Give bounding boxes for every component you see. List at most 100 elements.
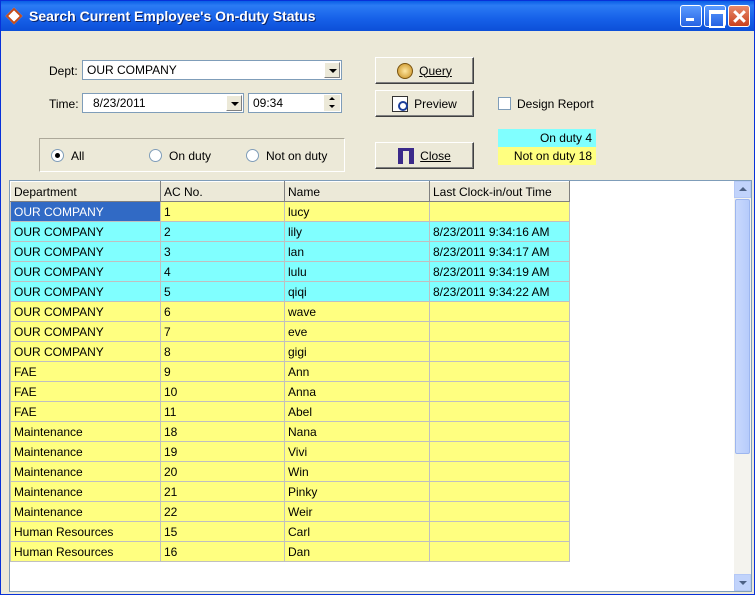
scroll-down-icon[interactable] <box>734 574 751 591</box>
cell-department[interactable]: Maintenance <box>10 481 161 502</box>
table-row[interactable]: OUR COMPANY 3 lan 8/23/2011 9:34:17 AM <box>10 241 570 262</box>
cell-department[interactable]: Maintenance <box>10 461 161 482</box>
cell-last-clock[interactable] <box>429 321 570 342</box>
cell-ac-no[interactable]: 4 <box>160 261 285 282</box>
cell-ac-no[interactable]: 3 <box>160 241 285 262</box>
cell-ac-no[interactable]: 15 <box>160 521 285 542</box>
cell-name[interactable]: Carl <box>284 521 430 542</box>
cell-ac-no[interactable]: 9 <box>160 361 285 382</box>
cell-department[interactable]: OUR COMPANY <box>10 261 161 282</box>
cell-name[interactable]: Weir <box>284 501 430 522</box>
cell-name[interactable]: Nana <box>284 421 430 442</box>
cell-last-clock[interactable] <box>429 341 570 362</box>
cell-ac-no[interactable]: 21 <box>160 481 285 502</box>
cell-name[interactable]: Abel <box>284 401 430 422</box>
scroll-up-icon[interactable] <box>734 181 751 198</box>
cell-ac-no[interactable]: 8 <box>160 341 285 362</box>
cell-last-clock[interactable]: 8/23/2011 9:34:16 AM <box>429 221 570 242</box>
maximize-button[interactable] <box>704 5 726 28</box>
cell-name[interactable]: lucy <box>284 201 430 222</box>
cell-ac-no[interactable]: 16 <box>160 541 285 562</box>
chevron-down-icon[interactable] <box>226 95 242 111</box>
cell-last-clock[interactable] <box>429 361 570 382</box>
cell-last-clock[interactable]: 8/23/2011 9:34:19 AM <box>429 261 570 282</box>
cell-name[interactable]: gigi <box>284 341 430 362</box>
cell-last-clock[interactable] <box>429 501 570 522</box>
cell-ac-no[interactable]: 7 <box>160 321 285 342</box>
table-row[interactable]: OUR COMPANY 4 lulu 8/23/2011 9:34:19 AM <box>10 261 570 282</box>
table-row[interactable]: Maintenance 21 Pinky <box>10 481 570 502</box>
cell-department[interactable]: OUR COMPANY <box>10 301 161 322</box>
cell-last-clock[interactable]: 8/23/2011 9:34:17 AM <box>429 241 570 262</box>
cell-name[interactable]: eve <box>284 321 430 342</box>
table-row[interactable]: FAE 10 Anna <box>10 381 570 402</box>
cell-department[interactable]: FAE <box>10 401 161 422</box>
table-row[interactable]: OUR COMPANY 6 wave <box>10 301 570 322</box>
cell-ac-no[interactable]: 5 <box>160 281 285 302</box>
cell-department[interactable]: FAE <box>10 381 161 402</box>
employee-grid[interactable]: Department AC No. Name Last Clock-in/out… <box>9 180 752 592</box>
cell-name[interactable]: wave <box>284 301 430 322</box>
cell-last-clock[interactable] <box>429 481 570 502</box>
radio-not-on-duty[interactable] <box>246 149 259 162</box>
cell-last-clock[interactable] <box>429 541 570 562</box>
cell-department[interactable]: Maintenance <box>10 501 161 522</box>
cell-ac-no[interactable]: 1 <box>160 201 285 222</box>
cell-department[interactable]: OUR COMPANY <box>10 281 161 302</box>
query-button[interactable]: Query <box>375 57 474 84</box>
table-row[interactable]: OUR COMPANY 8 gigi <box>10 341 570 362</box>
cell-name[interactable]: Dan <box>284 541 430 562</box>
radio-all[interactable] <box>51 149 64 162</box>
table-row[interactable]: OUR COMPANY 7 eve <box>10 321 570 342</box>
col-name[interactable]: Name <box>284 181 430 202</box>
cell-department[interactable]: OUR COMPANY <box>10 341 161 362</box>
cell-department[interactable]: Maintenance <box>10 441 161 462</box>
time-spinner[interactable]: 09:34 <box>248 93 342 113</box>
cell-ac-no[interactable]: 6 <box>160 301 285 322</box>
chevron-down-icon[interactable] <box>324 62 340 78</box>
cell-name[interactable]: Ann <box>284 361 430 382</box>
cell-last-clock[interactable] <box>429 521 570 542</box>
dept-select[interactable]: OUR COMPANY <box>82 60 342 80</box>
cell-ac-no[interactable]: 10 <box>160 381 285 402</box>
vertical-scrollbar[interactable] <box>734 181 751 591</box>
preview-button[interactable]: Preview <box>375 90 474 117</box>
cell-last-clock[interactable] <box>429 421 570 442</box>
table-row[interactable]: OUR COMPANY 1 lucy <box>10 201 570 222</box>
close-button[interactable]: Close <box>375 142 474 169</box>
cell-name[interactable]: Pinky <box>284 481 430 502</box>
col-ac-no[interactable]: AC No. <box>160 181 285 202</box>
title-bar[interactable]: Search Current Employee's On-duty Status <box>1 1 754 31</box>
cell-department[interactable]: Maintenance <box>10 421 161 442</box>
cell-department[interactable]: FAE <box>10 361 161 382</box>
cell-ac-no[interactable]: 22 <box>160 501 285 522</box>
cell-ac-no[interactable]: 20 <box>160 461 285 482</box>
cell-ac-no[interactable]: 19 <box>160 441 285 462</box>
table-row[interactable]: Maintenance 20 Win <box>10 461 570 482</box>
cell-last-clock[interactable] <box>429 381 570 402</box>
table-row[interactable]: FAE 9 Ann <box>10 361 570 382</box>
table-row[interactable]: Maintenance 22 Weir <box>10 501 570 522</box>
cell-department[interactable]: OUR COMPANY <box>10 321 161 342</box>
cell-department[interactable]: Human Resources <box>10 541 161 562</box>
spinner-icon[interactable] <box>324 95 340 111</box>
cell-name[interactable]: Vivi <box>284 441 430 462</box>
table-row[interactable]: FAE 11 Abel <box>10 401 570 422</box>
cell-name[interactable]: lily <box>284 221 430 242</box>
table-row[interactable]: OUR COMPANY 2 lily 8/23/2011 9:34:16 AM <box>10 221 570 242</box>
cell-department[interactable]: OUR COMPANY <box>10 201 161 222</box>
col-department[interactable]: Department <box>10 181 161 202</box>
cell-last-clock[interactable] <box>429 301 570 322</box>
cell-last-clock[interactable] <box>429 201 570 222</box>
cell-last-clock[interactable]: 8/23/2011 9:34:22 AM <box>429 281 570 302</box>
table-row[interactable]: Human Resources 16 Dan <box>10 541 570 562</box>
close-window-button[interactable] <box>728 5 750 27</box>
cell-last-clock[interactable] <box>429 461 570 482</box>
cell-ac-no[interactable]: 18 <box>160 421 285 442</box>
cell-ac-no[interactable]: 2 <box>160 221 285 242</box>
date-picker[interactable]: 8/23/2011 <box>82 93 244 113</box>
cell-last-clock[interactable] <box>429 441 570 462</box>
cell-department[interactable]: OUR COMPANY <box>10 241 161 262</box>
col-last-clock[interactable]: Last Clock-in/out Time <box>429 181 570 202</box>
cell-department[interactable]: Human Resources <box>10 521 161 542</box>
